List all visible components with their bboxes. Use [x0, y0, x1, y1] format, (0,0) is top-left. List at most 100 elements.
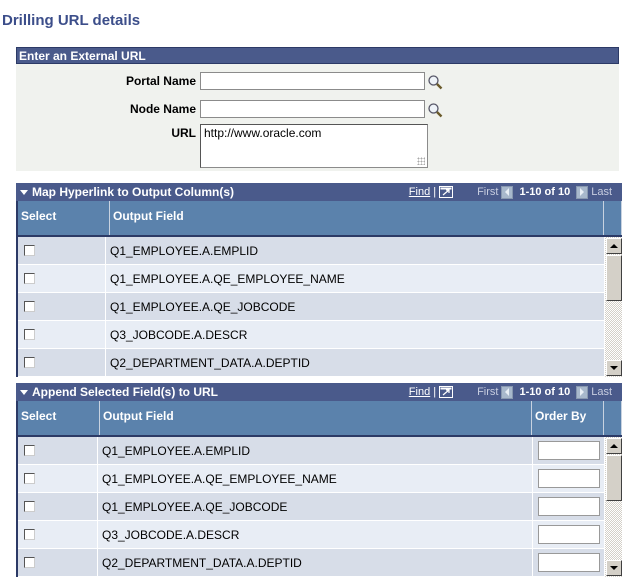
select-checkbox[interactable]	[24, 273, 35, 284]
select-checkbox[interactable]	[24, 557, 35, 568]
output-field-cell: Q1_EMPLOYEE.A.QE_JOBCODE	[102, 499, 288, 514]
url-label: URL	[171, 126, 196, 140]
append-fields-grid: Append Selected Field(s) to URL Find | F…	[16, 383, 622, 577]
table-row: Q1_EMPLOYEE.A.QE_EMPLOYEE_NAME	[18, 465, 622, 493]
view-all-icon[interactable]	[439, 386, 454, 398]
map-hyperlink-grid: Map Hyperlink to Output Column(s) Find |…	[16, 183, 622, 377]
output-field-cell: Q3_JOBCODE.A.DESCR	[102, 527, 240, 542]
column-header-output-field: Output Field	[100, 401, 532, 435]
column-header-row: Select Output Field Order By	[16, 401, 622, 437]
grid-navigation: Find | First 1-10 of 10 Last	[409, 183, 612, 201]
map-hyperlink-grid-header: Map Hyperlink to Output Column(s) Find |…	[16, 183, 622, 201]
column-header-spacer	[604, 401, 622, 435]
arrow-up-icon	[610, 244, 618, 248]
nav-separator: |	[433, 186, 437, 198]
vertical-scrollbar[interactable]	[604, 437, 622, 577]
next-arrow-icon[interactable]	[576, 185, 589, 199]
select-checkbox[interactable]	[24, 445, 35, 456]
resize-grip-icon[interactable]	[417, 157, 425, 165]
select-checkbox[interactable]	[24, 529, 35, 540]
order-by-input[interactable]	[538, 525, 600, 544]
output-field-cell: Q1_EMPLOYEE.A.EMPLID	[102, 443, 251, 458]
previous-arrow-icon[interactable]	[501, 185, 514, 199]
append-fields-grid-body: Q1_EMPLOYEE.A.EMPLID Q1_EMPLOYEE.A.QE_EM…	[16, 437, 622, 577]
order-by-input[interactable]	[538, 469, 600, 488]
arrow-down-icon	[610, 366, 618, 370]
first-link[interactable]: First	[477, 183, 498, 201]
select-checkbox[interactable]	[24, 329, 35, 340]
view-all-icon[interactable]	[439, 186, 454, 198]
table-row: Q1_EMPLOYEE.A.QE_JOBCODE	[18, 293, 622, 321]
order-by-input[interactable]	[538, 553, 600, 572]
scroll-up-button[interactable]	[606, 438, 622, 454]
grid-navigation: Find | First 1-10 of 10 Last	[409, 383, 612, 401]
node-name-lookup-icon[interactable]	[427, 102, 443, 118]
previous-arrow-icon[interactable]	[501, 385, 514, 399]
external-url-groupbox: Enter an External URL Portal Name Node N…	[16, 47, 619, 171]
order-by-input[interactable]	[538, 497, 600, 516]
find-link[interactable]: Find	[409, 383, 430, 401]
output-field-cell: Q2_DEPARTMENT_DATA.A.DEPTID	[110, 355, 310, 370]
node-name-row: Node Name	[20, 100, 443, 118]
portal-name-lookup-icon[interactable]	[427, 74, 443, 90]
last-link[interactable]: Last	[591, 383, 612, 401]
output-field-cell: Q3_JOBCODE.A.DESCR	[110, 327, 248, 342]
last-link[interactable]: Last	[591, 183, 612, 201]
map-hyperlink-grid-title: Map Hyperlink to Output Column(s)	[32, 185, 234, 199]
collapse-caret-icon[interactable]	[20, 189, 28, 195]
scroll-down-button[interactable]	[606, 560, 622, 576]
map-hyperlink-grid-body: Q1_EMPLOYEE.A.EMPLID Q1_EMPLOYEE.A.QE_EM…	[16, 237, 622, 377]
portal-name-row: Portal Name	[20, 72, 443, 90]
scroll-up-button[interactable]	[606, 238, 622, 254]
scroll-down-button[interactable]	[606, 360, 622, 376]
node-name-input[interactable]	[200, 100, 425, 118]
select-checkbox[interactable]	[24, 357, 35, 368]
arrow-down-icon	[610, 566, 618, 570]
table-row: Q3_JOBCODE.A.DESCR	[18, 321, 622, 349]
row-count: 1-10 of 10	[519, 386, 571, 398]
column-header-select: Select	[18, 201, 110, 235]
column-header-row: Select Output Field	[16, 201, 622, 237]
next-arrow-icon[interactable]	[576, 385, 589, 399]
select-checkbox[interactable]	[24, 301, 35, 312]
node-name-label: Node Name	[129, 102, 196, 116]
output-field-cell: Q2_DEPARTMENT_DATA.A.DEPTID	[102, 555, 302, 570]
output-field-cell: Q1_EMPLOYEE.A.QE_EMPLOYEE_NAME	[110, 271, 345, 286]
select-checkbox[interactable]	[24, 501, 35, 512]
output-field-cell: Q1_EMPLOYEE.A.QE_JOBCODE	[110, 299, 296, 314]
url-row: URL http://www.oracle.com	[20, 124, 428, 168]
table-row: Q2_DEPARTMENT_DATA.A.DEPTID	[18, 549, 622, 577]
column-header-order-by: Order By	[532, 401, 604, 435]
row-count: 1-10 of 10	[519, 186, 571, 198]
scroll-thumb[interactable]	[606, 255, 622, 301]
portal-name-input[interactable]	[200, 72, 425, 90]
column-header-output-field: Output Field	[110, 201, 604, 235]
append-fields-grid-title: Append Selected Field(s) to URL	[32, 385, 219, 399]
external-url-header: Enter an External URL	[16, 47, 619, 64]
url-textarea[interactable]: http://www.oracle.com	[200, 124, 428, 168]
table-row: Q1_EMPLOYEE.A.EMPLID	[18, 237, 622, 265]
page-title: Drilling URL details	[2, 12, 141, 29]
scroll-thumb[interactable]	[606, 455, 622, 501]
find-link[interactable]: Find	[409, 183, 430, 201]
select-checkbox[interactable]	[24, 245, 35, 256]
url-value: http://www.oracle.com	[204, 126, 322, 140]
select-checkbox[interactable]	[24, 473, 35, 484]
nav-separator: |	[433, 386, 437, 398]
order-by-input[interactable]	[538, 441, 600, 460]
portal-name-label: Portal Name	[125, 74, 196, 88]
column-header-spacer	[604, 201, 622, 235]
first-link[interactable]: First	[477, 383, 498, 401]
table-row: Q2_DEPARTMENT_DATA.A.DEPTID	[18, 349, 622, 377]
table-row: Q3_JOBCODE.A.DESCR	[18, 521, 622, 549]
output-field-cell: Q1_EMPLOYEE.A.EMPLID	[110, 243, 259, 258]
arrow-up-icon	[610, 444, 618, 448]
table-row: Q1_EMPLOYEE.A.QE_JOBCODE	[18, 493, 622, 521]
table-row: Q1_EMPLOYEE.A.QE_EMPLOYEE_NAME	[18, 265, 622, 293]
output-field-cell: Q1_EMPLOYEE.A.QE_EMPLOYEE_NAME	[102, 471, 337, 486]
column-header-select: Select	[18, 401, 100, 435]
append-fields-grid-header: Append Selected Field(s) to URL Find | F…	[16, 383, 622, 401]
table-row: Q1_EMPLOYEE.A.EMPLID	[18, 437, 622, 465]
vertical-scrollbar[interactable]	[604, 237, 622, 377]
collapse-caret-icon[interactable]	[20, 389, 28, 395]
